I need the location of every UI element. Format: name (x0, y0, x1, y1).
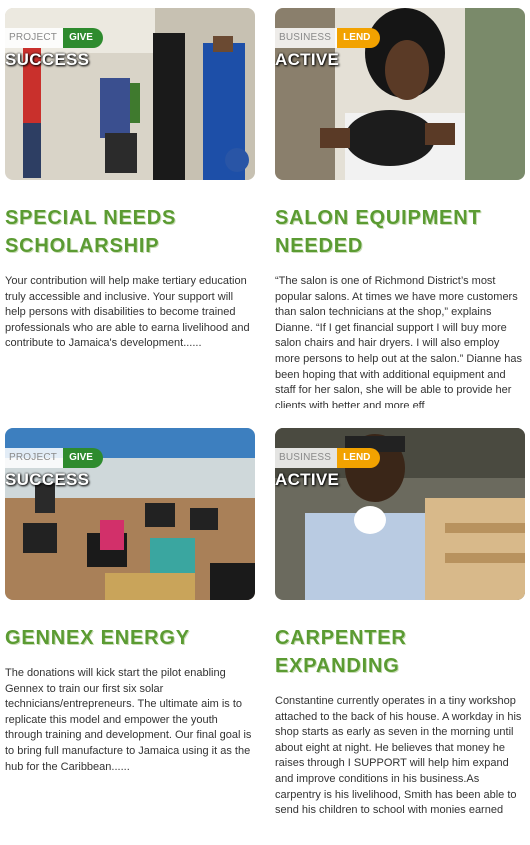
campaign-photo[interactable]: PROJECT GIVE SUCCESS (5, 8, 255, 180)
campaign-photo[interactable]: BUSINESS LEND ACTIVE (275, 428, 525, 600)
status-label: SUCCESS (5, 470, 90, 489)
card-title[interactable]: GENNEX ENERGY (5, 624, 255, 652)
category-label: PROJECT (5, 448, 64, 468)
campaign-photo[interactable]: BUSINESS LEND ACTIVE (275, 8, 525, 180)
give-badge[interactable]: GIVE (63, 448, 103, 468)
status-label: ACTIVE (275, 50, 340, 69)
campaign-card[interactable]: BUSINESS LEND ACTIVE CARPENTER EXPANDING… (275, 428, 525, 820)
card-description: Your contribution will help make tertiar… (5, 275, 250, 350)
card-description: The donations will kick start the pilot … (5, 667, 252, 773)
card-description: Constantine currently operates in a tiny… (275, 695, 522, 820)
category-label: PROJECT (5, 28, 64, 48)
status-label: SUCCESS (5, 50, 90, 69)
campaign-card[interactable]: PROJECT GIVE SUCCESS SPECIAL NEEDS SCHOL… (5, 8, 255, 368)
lend-badge[interactable]: LEND (337, 448, 381, 468)
campaign-card[interactable]: PROJECT GIVE SUCCESS GENNEX ENERGY The d… (5, 428, 255, 776)
category-label: BUSINESS (275, 448, 338, 468)
card-title[interactable]: CARPENTER EXPANDING (275, 624, 525, 680)
card-title[interactable]: SALON EQUIPMENT NEEDED (275, 204, 525, 260)
give-badge[interactable]: GIVE (63, 28, 103, 48)
card-description: “The salon is one of Richmond District’s… (275, 275, 523, 408)
campaign-photo[interactable]: PROJECT GIVE SUCCESS (5, 428, 255, 600)
lend-badge[interactable]: LEND (337, 28, 381, 48)
category-label: BUSINESS (275, 28, 338, 48)
card-title[interactable]: SPECIAL NEEDS SCHOLARSHIP (5, 204, 255, 260)
status-label: ACTIVE (275, 470, 340, 489)
campaign-card[interactable]: BUSINESS LEND ACTIVE SALON EQUIPMENT NEE… (275, 8, 525, 408)
